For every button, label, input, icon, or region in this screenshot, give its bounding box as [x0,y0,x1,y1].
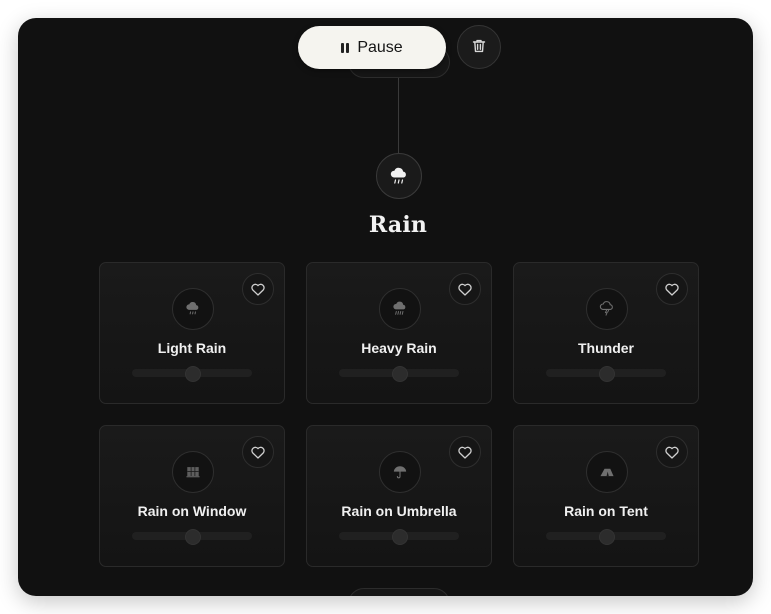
volume-slider[interactable] [546,529,666,545]
heavy-rain-icon [379,288,421,330]
sound-card-rain-on-tent[interactable]: Rain on Tent [513,425,699,567]
heart-icon [458,283,472,296]
volume-slider-thumb[interactable] [392,529,408,545]
connector-line [398,78,399,154]
volume-slider-thumb[interactable] [392,366,408,382]
sound-label: Rain on Umbrella [341,503,457,519]
sound-grid: Light Rain Heavy Rain Thunder Rain on Wi… [99,262,699,567]
favorite-button[interactable] [242,273,274,305]
rain-cloud-icon [376,153,422,199]
volume-slider[interactable] [339,366,459,382]
volume-slider-thumb[interactable] [185,529,201,545]
volume-slider-thumb[interactable] [185,366,201,382]
favorite-button[interactable] [449,273,481,305]
sound-card-heavy-rain[interactable]: Heavy Rain [306,262,492,404]
umbrella-icon [379,451,421,493]
pause-label: Pause [357,38,403,56]
sound-label: Rain on Window [137,503,247,519]
tent-icon [586,451,628,493]
pause-button[interactable]: Pause [298,26,446,69]
sound-card-light-rain[interactable]: Light Rain [99,262,285,404]
heart-icon [251,446,265,459]
volume-slider[interactable] [132,529,252,545]
category-title: Rain [368,212,428,238]
sound-label: Heavy Rain [361,340,437,356]
sound-card-rain-on-window[interactable]: Rain on Window [99,425,285,567]
volume-slider[interactable] [546,366,666,382]
pause-icon [341,42,350,53]
sound-label: Rain on Tent [564,503,648,519]
sound-card-rain-on-umbrella[interactable]: Rain on Umbrella [306,425,492,567]
volume-slider-thumb[interactable] [599,366,615,382]
trash-icon [471,38,487,57]
sound-label: Light Rain [157,340,227,356]
window-icon [172,451,214,493]
volume-slider[interactable] [132,366,252,382]
delete-button[interactable] [457,25,501,69]
favorite-button[interactable] [656,436,688,468]
favorite-button[interactable] [449,436,481,468]
sound-card-thunder[interactable]: Thunder [513,262,699,404]
favorite-button[interactable] [242,436,274,468]
thunder-cloud-icon [586,288,628,330]
volume-slider[interactable] [339,529,459,545]
heart-icon [665,446,679,459]
volume-slider-thumb[interactable] [599,529,615,545]
heart-icon [458,446,472,459]
light-rain-icon [172,288,214,330]
app-window: Pause Rain Light Rain Heavy Rain Thunder… [18,18,753,596]
heart-icon [251,283,265,296]
sound-label: Thunder [578,340,634,356]
heart-icon [665,283,679,296]
favorite-button[interactable] [656,273,688,305]
stack-indicator-bottom [348,588,450,596]
